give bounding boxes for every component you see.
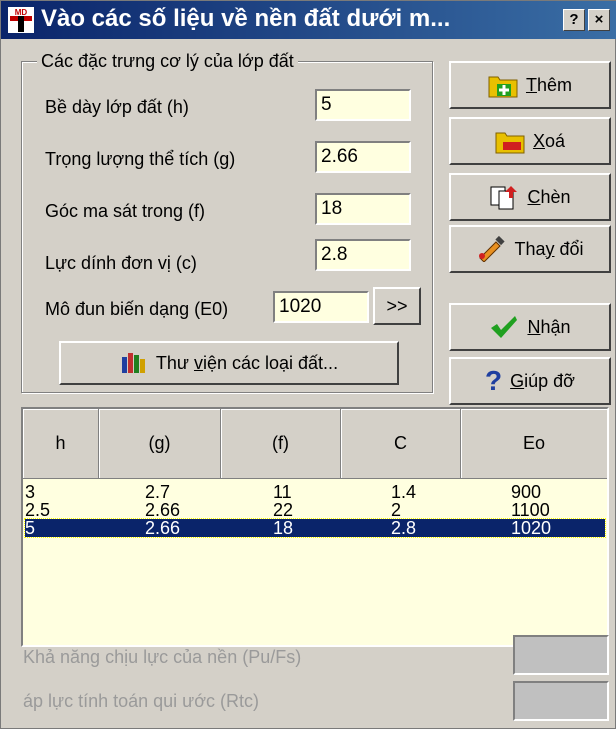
checkmark-icon [491, 316, 518, 338]
modify-button-label: Thay đổi [514, 238, 584, 259]
bearing-capacity-value [513, 635, 609, 675]
unit-weight-label: Trọng lượng thể tích (g) [45, 149, 236, 169]
app-icon: MD [8, 7, 34, 33]
table-header: h (g) (f) C Eo [23, 409, 607, 479]
column-header-eo[interactable]: Eo [461, 409, 607, 479]
add-folder-icon [488, 76, 518, 98]
cell-eo: 1020 [511, 518, 552, 538]
cell-eo: 1100 [511, 500, 550, 520]
column-header-c[interactable]: C [341, 409, 461, 479]
close-icon: × [594, 11, 604, 28]
dialog-window: MD Vào các số liệu về nền đất dưới m... … [0, 0, 616, 729]
more-button[interactable]: >> [373, 287, 421, 325]
column-header-g[interactable]: (g) [99, 409, 221, 479]
cell-g: 2.66 [145, 500, 181, 520]
cell-c: 1.4 [391, 482, 417, 502]
delete-folder-icon [495, 132, 525, 154]
modulus-input[interactable]: 1020 [273, 291, 369, 323]
question-icon: ? [485, 365, 503, 396]
cell-f: 18 [273, 518, 294, 538]
cell-f: 22 [273, 500, 294, 520]
app-icon-text: MD [15, 8, 28, 17]
table-row[interactable]: 3 2.7 11 1.4 900 [25, 483, 605, 501]
accept-button[interactable]: Nhận [449, 303, 611, 351]
cell-f: 11 [273, 482, 292, 502]
group-legend: Các đặc trưng cơ lý của lớp đất [37, 51, 298, 72]
cell-eo: 900 [511, 482, 542, 502]
insert-icon [490, 186, 518, 210]
delete-button-label: Xoá [532, 130, 566, 151]
design-pressure-label: áp lực tính toán qui ước (Rtc) [23, 691, 259, 711]
cohesion-input[interactable]: 2.8 [315, 239, 411, 271]
help-button[interactable]: ? Giúp đỡ [449, 357, 611, 405]
modulus-label: Mô đun biến dạng (E0) [45, 299, 229, 319]
insert-button[interactable]: Chèn [449, 173, 611, 221]
cell-g: 2.66 [145, 518, 181, 538]
title-bar[interactable]: MD Vào các số liệu về nền đất dưới m... … [1, 1, 616, 39]
add-button[interactable]: Thêm [449, 61, 611, 109]
friction-angle-input[interactable]: 18 [315, 193, 411, 225]
table-row[interactable]: 2.5 2.66 22 2 1100 [25, 501, 605, 519]
books-icon [121, 353, 145, 373]
add-button-label: Thêm [525, 74, 572, 95]
cell-h: 5 [25, 518, 36, 538]
cell-h: 2.5 [25, 500, 51, 520]
cohesion-label: Lực dính đơn vị (c) [45, 253, 197, 273]
cell-h: 3 [25, 482, 36, 502]
modify-button[interactable]: Thay đổi [449, 225, 611, 273]
more-button-label: >> [386, 295, 408, 316]
help-button-label: Giúp đỡ [510, 370, 575, 391]
unit-weight-input[interactable]: 2.66 [315, 141, 411, 173]
window-title: Vào các số liệu về nền đất dưới m... [41, 5, 451, 32]
soil-library-button[interactable]: Thư viện các loại đất... [59, 341, 399, 385]
column-header-f[interactable]: (f) [221, 409, 341, 479]
delete-button[interactable]: Xoá [449, 117, 611, 165]
help-icon: ? [569, 11, 579, 28]
cell-c: 2 [391, 500, 402, 520]
edit-brush-icon [479, 236, 506, 262]
help-titlebar-button[interactable]: ? [563, 9, 585, 31]
close-button[interactable]: × [588, 9, 610, 31]
design-pressure-value [513, 681, 609, 721]
soil-library-label: Thư viện các loại đất... [155, 352, 339, 373]
cell-g: 2.7 [145, 482, 171, 502]
soil-layers-table[interactable]: h (g) (f) C Eo 3 2.7 11 1.4 900 2.5 2.66… [21, 407, 609, 647]
insert-button-label: Chèn [527, 186, 571, 207]
friction-angle-label: Góc ma sát trong (f) [45, 201, 206, 221]
thickness-label: Bề dày lớp đất (h) [45, 97, 189, 117]
column-header-h[interactable]: h [23, 409, 99, 479]
accept-button-label: Nhận [527, 316, 571, 337]
cell-c: 2.8 [391, 518, 417, 538]
table-row-selected[interactable]: 5 2.66 18 2.8 1020 [24, 518, 606, 538]
thickness-input[interactable]: 5 [315, 89, 411, 121]
bearing-capacity-label: Khả năng chịu lực của nền (Pu/Fs) [23, 647, 302, 667]
